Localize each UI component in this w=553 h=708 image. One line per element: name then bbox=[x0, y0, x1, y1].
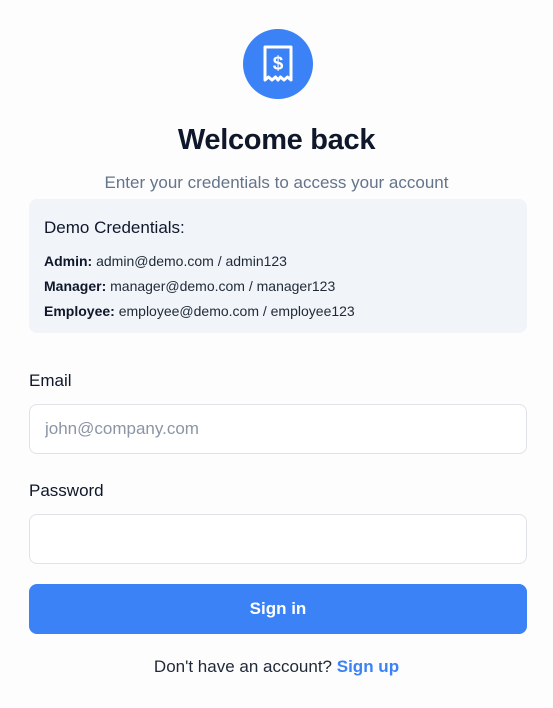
demo-role-label: Admin: bbox=[44, 253, 93, 269]
email-label: Email bbox=[29, 371, 72, 390]
demo-role-credentials: admin@demo.com / admin123 bbox=[96, 253, 287, 269]
demo-credentials-title: Demo Credentials: bbox=[44, 218, 185, 237]
demo-credential-manager: Manager: manager@demo.com / manager123 bbox=[44, 274, 512, 299]
demo-role-label: Manager: bbox=[44, 278, 107, 294]
sign-in-button[interactable]: Sign in bbox=[29, 584, 527, 634]
demo-credential-admin: Admin: admin@demo.com / admin123 bbox=[44, 249, 512, 274]
sign-up-link[interactable]: Sign up bbox=[337, 657, 399, 676]
password-label: Password bbox=[29, 481, 104, 500]
demo-role-credentials: manager@demo.com / manager123 bbox=[110, 278, 336, 294]
email-field[interactable] bbox=[29, 404, 527, 454]
page-title: Welcome back bbox=[177, 124, 376, 156]
demo-role-credentials: employee@demo.com / employee123 bbox=[118, 303, 355, 319]
signup-prompt: Don't have an account? Sign up bbox=[0, 657, 553, 677]
receipt-dollar-icon: $ bbox=[263, 45, 293, 82]
demo-credentials-panel: Demo Credentials: Admin: admin@demo.com … bbox=[29, 199, 527, 333]
demo-role-label: Employee: bbox=[44, 303, 115, 319]
svg-text:$: $ bbox=[273, 54, 284, 75]
password-field[interactable] bbox=[29, 514, 527, 564]
app-logo: $ bbox=[243, 29, 313, 99]
signup-prompt-text: Don't have an account? bbox=[153, 657, 333, 676]
page-subtitle: Enter your credentials to access your ac… bbox=[104, 173, 449, 192]
demo-credential-employee: Employee: employee@demo.com / employee12… bbox=[44, 299, 512, 324]
